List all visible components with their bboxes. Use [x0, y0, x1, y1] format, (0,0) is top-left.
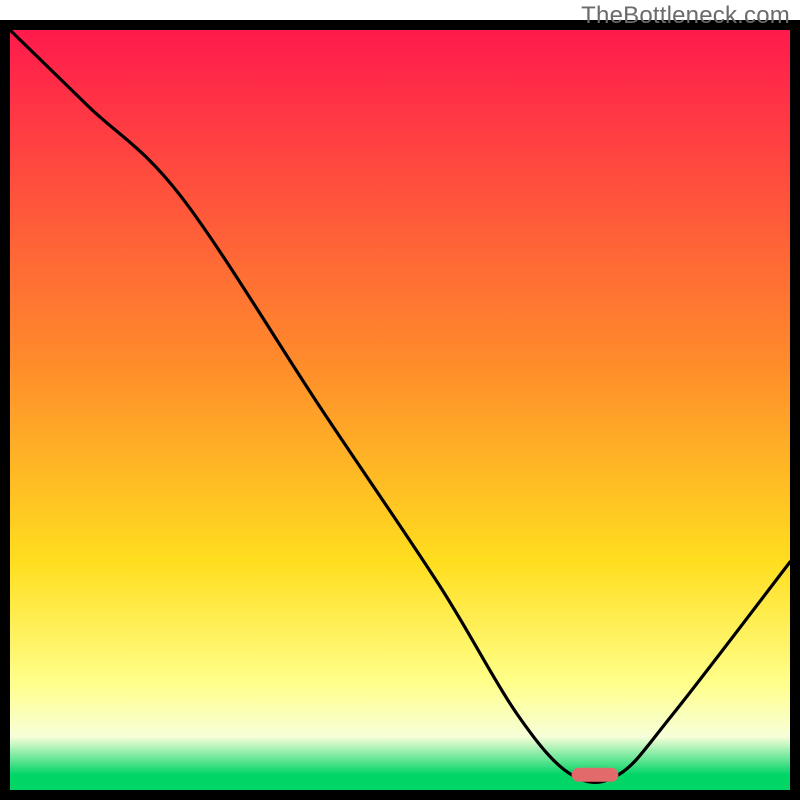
gradient-background — [10, 30, 790, 790]
plot-area — [5, 25, 795, 795]
sweet-spot-marker — [572, 768, 619, 782]
watermark-text: TheBottleneck.com — [581, 2, 790, 30]
chart-frame: TheBottleneck.com — [0, 0, 800, 800]
bottleneck-chart — [0, 0, 800, 800]
